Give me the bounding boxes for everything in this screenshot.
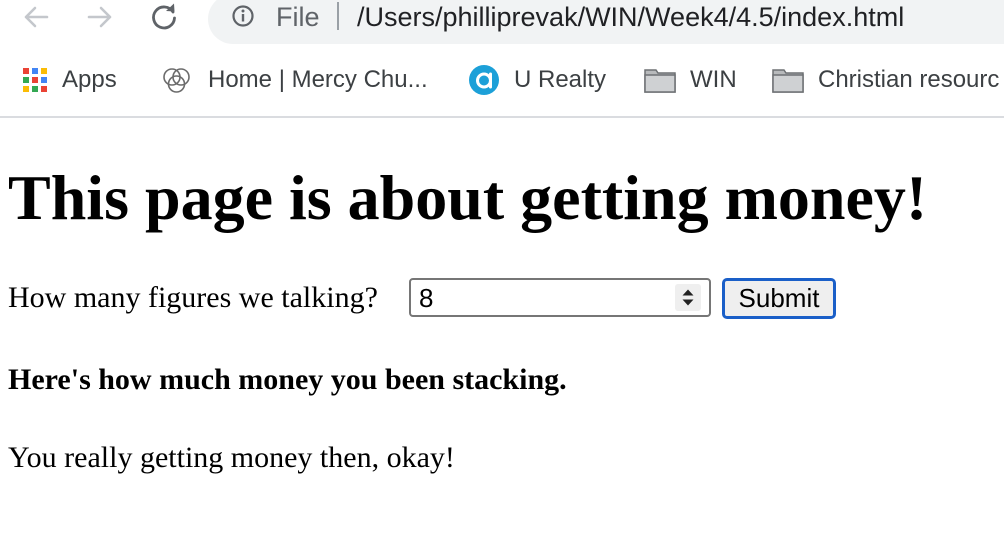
address-separator [337, 2, 339, 30]
folder-icon [772, 69, 804, 93]
page-content: This page is about getting money! How ma… [0, 118, 1004, 540]
address-scheme-label: File [276, 2, 320, 32]
arrow-left-icon [24, 6, 49, 28]
folder-icon [644, 69, 676, 93]
page-title: This page is about getting money! [8, 162, 928, 233]
bookmark-win-folder[interactable]: WIN [644, 64, 737, 96]
bookmark-label: WIN [690, 66, 737, 93]
bookmark-label: Apps [62, 66, 117, 93]
bookmark-label: U Realty [514, 66, 607, 93]
address-url[interactable]: /Users/philliprevak/WIN/Week4/4.5/index.… [357, 0, 904, 34]
arrow-right-icon [87, 6, 112, 28]
bookmark-u-realty[interactable]: U Realty [468, 64, 606, 96]
mercy-church-logo-icon [163, 68, 190, 93]
back-button[interactable] [16, 0, 56, 34]
bookmark-label: Home | Mercy Chu... [208, 66, 428, 93]
forward-button[interactable] [80, 0, 120, 34]
info-icon[interactable] [232, 5, 254, 27]
spinner-arrows-icon [682, 289, 694, 306]
u-realty-logo-icon [469, 65, 499, 95]
submit-button[interactable]: Submit [722, 278, 836, 319]
result-text: You really getting money then, okay! [8, 441, 455, 474]
bookmark-label: Christian resourc [818, 66, 1000, 93]
browser-toolbar: File /Users/philliprevak/WIN/Week4/4.5/i… [0, 0, 1004, 44]
figures-question-label: How many figures we talking? [8, 281, 378, 314]
bookmarks-bar: Apps Home | Mercy Chu... U Realty WIN Ch… [0, 52, 1004, 108]
bookmark-mercy-church[interactable]: Home | Mercy Chu... [160, 64, 428, 96]
stacking-text: Here's how much money you been stacking. [8, 363, 567, 396]
bookmark-christian-resources-folder[interactable]: Christian resourc [772, 64, 999, 96]
reload-icon [152, 3, 176, 30]
figures-input-value: 8 [419, 283, 434, 313]
figures-number-input[interactable]: 8 [409, 278, 711, 317]
apps-grid-icon [23, 68, 47, 92]
bookmark-apps[interactable]: Apps [22, 64, 117, 96]
reload-button[interactable] [144, 0, 184, 34]
number-spinner[interactable] [675, 284, 701, 311]
